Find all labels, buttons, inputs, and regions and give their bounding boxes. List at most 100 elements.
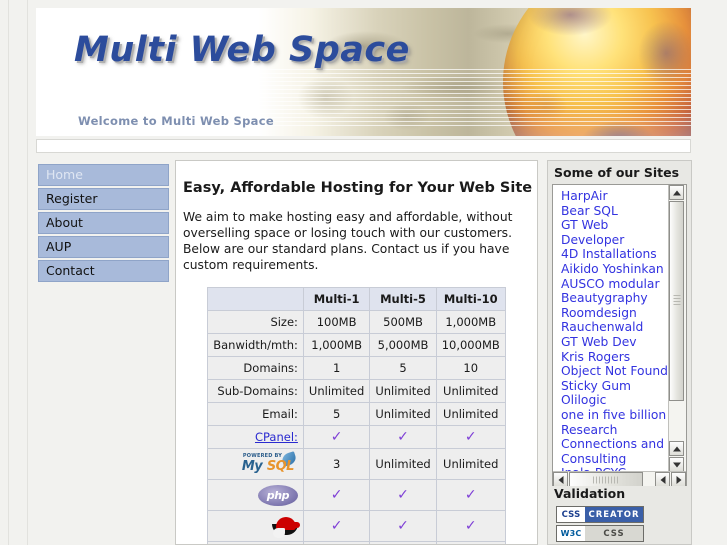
vertical-scrollbar[interactable] xyxy=(668,185,686,472)
nav-item-about[interactable]: About xyxy=(38,212,169,234)
table-cell: ✓ xyxy=(369,479,437,511)
table-cell: Unlimited xyxy=(435,379,506,403)
site-link[interactable]: one in five billion Research xyxy=(561,408,668,437)
table-cell: 10 xyxy=(435,356,506,380)
table-cell: 1,000MB xyxy=(302,333,371,357)
banner-divider-bar xyxy=(36,139,691,153)
pricing-table: Multi-1 Multi-5 Multi-10 Size: 100MB 500MB 1,… xyxy=(207,287,506,544)
horizontal-scroll-thumb[interactable] xyxy=(569,472,643,487)
chevron-left-icon-2 xyxy=(660,475,665,484)
site-link[interactable]: Beautygraphy xyxy=(561,291,668,306)
pricing-table-head: Multi-1 Multi-5 Multi-10 xyxy=(207,287,506,311)
table-cell: ✓ xyxy=(435,425,506,449)
table-cell: Unlimited xyxy=(369,379,437,403)
table-cell: Unlimited xyxy=(369,448,437,480)
table-row: Size: 100MB 500MB 1,000MB xyxy=(207,310,506,334)
table-cell: ✓ xyxy=(369,510,437,542)
table-row: ✓ ✓ ✓ xyxy=(207,510,506,542)
scroll-right-inner-button[interactable] xyxy=(655,472,670,487)
validation-badge[interactable]: CSS CREATOR xyxy=(556,506,644,523)
site-link[interactable]: Aikido Yoshinkan xyxy=(561,262,668,277)
table-row: Sub-Domains: Unlimited Unlimited Unlimited xyxy=(207,379,506,403)
chevron-up-icon xyxy=(672,190,681,195)
column-header-multi-10: Multi-10 xyxy=(435,287,506,311)
badge-left-label: CSS xyxy=(557,507,585,522)
scroll-left-button[interactable] xyxy=(553,472,568,487)
site-link[interactable]: Bear SQL xyxy=(561,204,668,219)
scroll-grip-icon-horizontal xyxy=(593,476,619,483)
right-sidebar: Some of our Sites HarpAir Bear SQL GT Web … xyxy=(547,160,692,545)
row-label: Email: xyxy=(207,402,304,426)
site-link[interactable]: AUSCO modular xyxy=(561,277,668,292)
site-link[interactable]: Sticky Gum xyxy=(561,379,668,394)
table-cell: 5 xyxy=(369,356,437,380)
php-logo-icon: php xyxy=(207,479,304,511)
scroll-up-button[interactable] xyxy=(669,185,684,200)
table-row: POWERED BY My SQL 3 Unlimited Unlimited xyxy=(207,448,506,480)
validation-badges: CSS CREATOR W3C CSS xyxy=(556,506,648,544)
table-cell: 10,000MB xyxy=(435,333,506,357)
site-banner: Multi Web Space Welcome to Multi Web Spa… xyxy=(36,8,691,136)
site-link[interactable]: HarpAir xyxy=(561,189,668,204)
site-link[interactable]: Object Not Found xyxy=(561,364,668,379)
table-cell: 3 xyxy=(302,448,371,480)
sites-scroll-box: HarpAir Bear SQL GT Web Developer 4D Instal… xyxy=(552,184,687,490)
site-link[interactable]: 4D Installations xyxy=(561,247,668,262)
table-row: Domains: 1 5 10 xyxy=(207,356,506,380)
table-cell: 1,000MB xyxy=(435,310,506,334)
table-cell: ✓ xyxy=(435,479,506,511)
validation-badge[interactable]: W3C CSS xyxy=(556,525,644,542)
scroll-down-upper-button[interactable] xyxy=(669,441,684,456)
site-link[interactable]: GT Web Dev xyxy=(561,335,668,350)
table-cell: ✓ xyxy=(369,425,437,449)
table-cell: Unlimited xyxy=(435,402,506,426)
vertical-scroll-thumb[interactable] xyxy=(669,201,684,401)
site-link[interactable]: Roomdesign xyxy=(561,306,668,321)
badge-left-label: W3C xyxy=(557,526,585,541)
table-corner-cell xyxy=(207,287,304,311)
row-label-cpanel[interactable]: CPanel: xyxy=(207,425,304,449)
table-row: CPanel: ✓ ✓ ✓ xyxy=(207,425,506,449)
row-label: Size: xyxy=(207,310,304,334)
table-header-row: Multi-1 Multi-5 Multi-10 xyxy=(207,287,506,311)
table-cell: 500MB xyxy=(369,310,437,334)
nav-item-aup[interactable]: AUP xyxy=(38,236,169,258)
check-icon: ✓ xyxy=(464,429,477,445)
table-cell: 100MB xyxy=(302,310,371,334)
check-icon: ✓ xyxy=(464,518,477,534)
badge-right-label: CREATOR xyxy=(585,507,643,522)
site-tagline: Welcome to Multi Web Space xyxy=(78,114,274,128)
nav-item-home[interactable]: Home xyxy=(38,164,169,186)
check-icon: ✓ xyxy=(330,518,343,534)
validation-heading: Validation xyxy=(548,486,691,501)
table-row: Banwidth/mth: 1,000MB 5,000MB 10,000MB xyxy=(207,333,506,357)
check-icon: ✓ xyxy=(330,487,343,503)
scroll-down-button[interactable] xyxy=(669,457,684,472)
scroll-right-button[interactable] xyxy=(671,472,686,487)
table-cell: ✓ xyxy=(435,510,506,542)
site-link[interactable]: Kris Rogers xyxy=(561,350,668,365)
table-cell: US $40 xyxy=(435,541,506,544)
mysql-logo-icon: POWERED BY My SQL xyxy=(207,448,304,480)
redhat-logo-icon xyxy=(207,510,304,542)
site-link[interactable]: GT Web Developer xyxy=(561,218,668,247)
sites-heading: Some of our Sites xyxy=(548,161,691,184)
cpanel-link[interactable]: CPanel: xyxy=(255,430,298,444)
main-navigation: Home Register About AUP Contact xyxy=(38,164,169,284)
site-title: Multi Web Space xyxy=(74,30,410,70)
row-label: Banwidth/mth: xyxy=(207,333,304,357)
chevron-left-icon xyxy=(558,475,563,484)
site-link[interactable]: Rauchenwald xyxy=(561,320,668,335)
table-row: Email: 5 Unlimited Unlimited xyxy=(207,402,506,426)
table-cell: Unlimited xyxy=(369,402,437,426)
site-link[interactable]: Olilogic xyxy=(561,393,668,408)
table-cell: US $25 xyxy=(369,541,437,544)
nav-item-register[interactable]: Register xyxy=(38,188,169,210)
intro-paragraph: We aim to make hosting easy and affordab… xyxy=(183,210,513,272)
site-link[interactable]: Connections and Consulting xyxy=(561,437,668,466)
nav-item-contact[interactable]: Contact xyxy=(38,260,169,282)
table-cell: 1 xyxy=(302,356,371,380)
scroll-grip-icon xyxy=(673,295,680,307)
sites-list: HarpAir Bear SQL GT Web Developer 4D Instal… xyxy=(553,185,668,472)
check-icon: ✓ xyxy=(330,429,343,445)
